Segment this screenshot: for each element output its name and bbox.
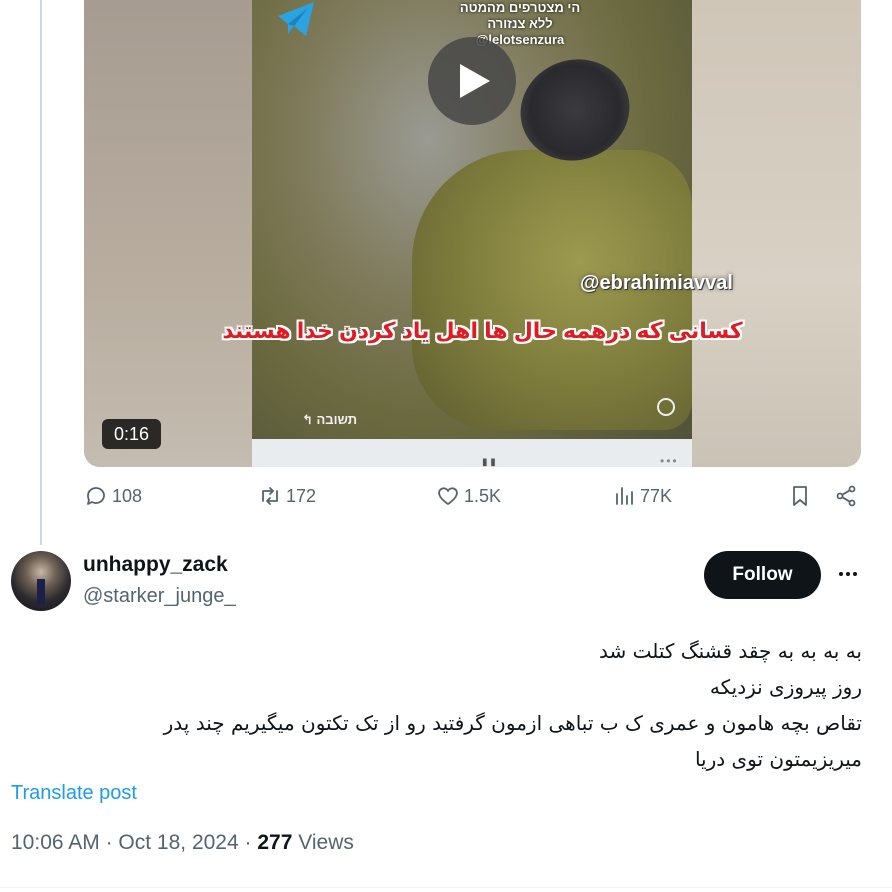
translate-post-link[interactable]: Translate post (11, 782, 137, 805)
play-button[interactable] (428, 37, 516, 125)
repost-count: 172 (286, 485, 317, 506)
video-blur-right (691, 0, 861, 467)
avatar[interactable] (11, 551, 71, 611)
heart-icon (438, 487, 458, 505)
post-time[interactable]: 10:06 AM (11, 831, 100, 854)
video-duration: 0:16 (102, 419, 162, 449)
post-view-count: 277 (257, 831, 293, 854)
like-button[interactable]: 1.5K (436, 484, 501, 508)
post-text-line: به به به به چقد قشنگ کتلت شد (598, 639, 862, 663)
play-icon (460, 64, 490, 98)
post-text-line: روز پیروزی نزدیکه (709, 675, 862, 699)
video-embedded-dots-icon: ••• (660, 454, 679, 467)
video-caption: کسانی که درهمه حال ها اهل یاد کردن خدا ه… (222, 318, 743, 343)
post-text-line: تقاص بچه هامون و عمری ک ب تباهی ازمون گر… (163, 711, 862, 735)
share-button[interactable] (834, 484, 858, 508)
post-text: به به به به چقد قشنگ کتلت شد روز پیروزی … (11, 633, 862, 777)
author-username[interactable]: @starker_junge_ (83, 585, 236, 608)
views-label: Views (298, 831, 354, 854)
reply-count: 108 (112, 485, 143, 506)
analytics-icon (616, 487, 633, 505)
post-text-line: میریزیمتون توی دریا (694, 747, 862, 771)
video-watermark-handle: @ebrahimiavval (580, 272, 733, 294)
reply-button[interactable]: 108 (84, 484, 142, 508)
views-button[interactable]: 77K (612, 484, 672, 508)
more-dots-icon (839, 572, 843, 576)
view-count: 77K (640, 485, 673, 506)
bookmark-icon (793, 486, 807, 506)
post-metadata: 10:06 AM · Oct 18, 2024 · 277 Views (11, 831, 354, 854)
video-embedded-handle-icon: ▮ ▮ (482, 457, 496, 467)
video-embedded-reply-label: ↰ תשובה (302, 412, 358, 427)
repost-button[interactable]: 172 (258, 484, 316, 508)
reply-icon (87, 487, 105, 505)
bookmark-button[interactable] (788, 484, 812, 508)
author-display-name[interactable]: unhappy_zack (83, 553, 228, 577)
video-blur-left (84, 0, 254, 467)
telegram-logo-icon (278, 2, 314, 36)
repost-icon (262, 487, 278, 505)
video-embedded-emoji-icon (657, 398, 675, 416)
post-action-bar: 108 172 1.5K 77K (84, 484, 861, 516)
video-embedded-bar (252, 439, 692, 467)
reply-post-header: unhappy_zack @starker_junge_ Follow (11, 551, 881, 615)
follow-button[interactable]: Follow (704, 551, 821, 599)
share-icon (836, 485, 856, 507)
thread-connector-line (40, 0, 42, 545)
post-date[interactable]: Oct 18, 2024 (118, 831, 238, 854)
divider (0, 887, 892, 888)
like-count: 1.5K (464, 485, 502, 506)
more-options-button[interactable] (833, 561, 863, 587)
